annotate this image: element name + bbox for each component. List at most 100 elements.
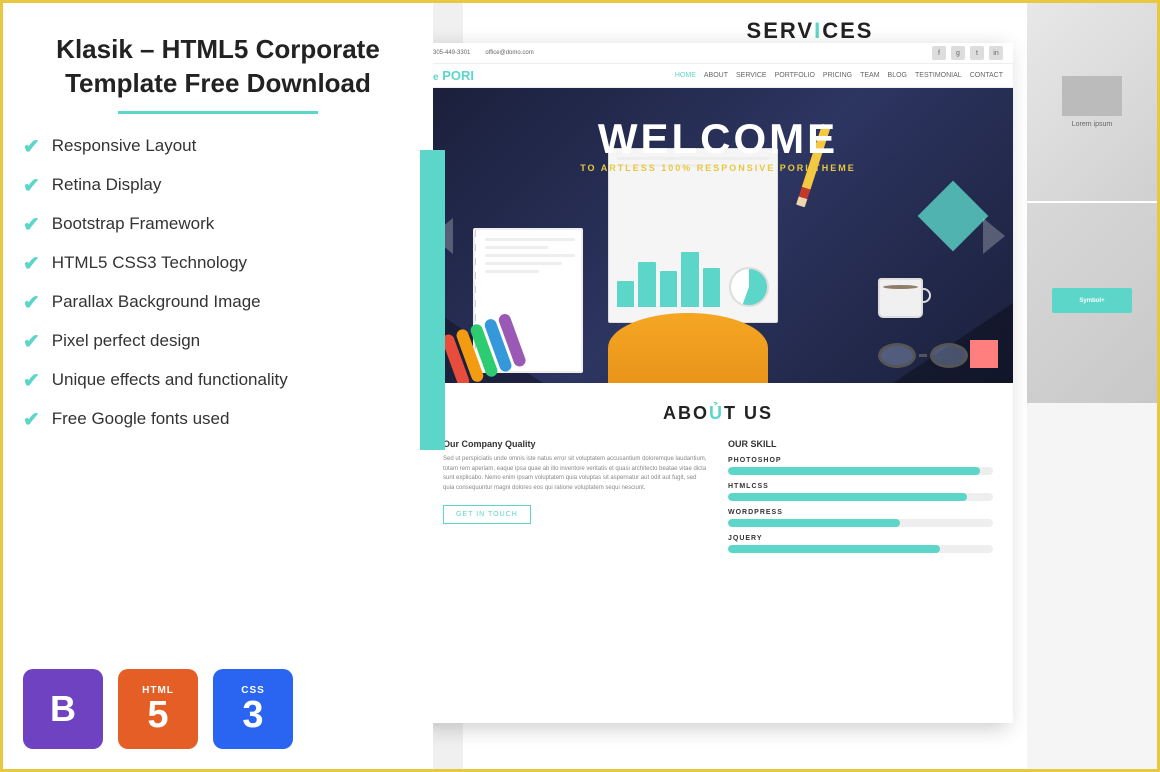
features-list: ✔Responsive Layout ✔Retina Display ✔Boot… xyxy=(23,134,413,446)
notebook-line xyxy=(485,270,539,273)
social-icons: f g t in xyxy=(932,46,1003,60)
right-side-strip: Lorem ipsum Symbol+ xyxy=(1027,3,1157,769)
notebook-line xyxy=(485,238,575,241)
css3-badge: CSS 3 xyxy=(213,669,293,749)
nav-team[interactable]: TEAM xyxy=(860,72,879,79)
skill-bar-fill xyxy=(728,467,980,475)
nav-contact[interactable]: CONTACT xyxy=(970,72,1003,79)
list-item: ✔Retina Display xyxy=(23,173,413,198)
glasses-bridge xyxy=(919,354,927,357)
glasses xyxy=(878,343,968,368)
sticky-note xyxy=(970,340,998,368)
teal-accent-bar xyxy=(420,150,445,450)
list-item: ✔Free Google fonts used xyxy=(23,407,413,432)
about-section: ABOỦT US Our Company Quality Sed ut pers… xyxy=(433,383,1013,573)
check-icon: ✔ xyxy=(23,251,40,276)
notebook-content xyxy=(475,230,581,284)
title-underline xyxy=(118,111,318,114)
hero-title: WELCOME TO ARTLESS 100% RESPONSIVE PORI … xyxy=(580,118,856,173)
hero-diamond xyxy=(918,181,989,252)
skill-bar-bg xyxy=(728,467,993,475)
get-in-touch-button[interactable]: GET IN TOUCH xyxy=(443,505,531,524)
document-illustration xyxy=(578,143,818,383)
strip-text-1: Lorem ipsum xyxy=(1062,121,1122,128)
linkedin-icon: in xyxy=(989,46,1003,60)
about-right: OUR SKILL PHOTOSHOP HTMLCSS xyxy=(728,439,993,553)
nav-pricing[interactable]: PRICING xyxy=(823,72,852,79)
check-icon: ✔ xyxy=(23,329,40,354)
about-columns: Our Company Quality Sed ut perspiciatis … xyxy=(443,439,993,553)
nav-blog[interactable]: BLOG xyxy=(888,72,907,79)
coffee-liquid xyxy=(883,285,918,289)
google-icon: g xyxy=(951,46,965,60)
contact-bar: 305-449-3301 office@domo.com f g t in xyxy=(433,43,1013,64)
bootstrap-badge: B xyxy=(23,669,103,749)
twitter-icon: t xyxy=(970,46,984,60)
skill-bar-fill xyxy=(728,545,940,553)
skill-photoshop: PHOTOSHOP xyxy=(728,457,993,475)
check-icon: ✔ xyxy=(23,212,40,237)
left-panel: Klasik – HTML5 Corporate Template Free D… xyxy=(3,3,433,769)
right-lens xyxy=(930,343,968,368)
html5-badge: HTML 5 xyxy=(118,669,198,749)
check-icon: ✔ xyxy=(23,173,40,198)
right-panel: SERVICES GRAPHICS xyxy=(433,3,1157,769)
list-item: ✔Unique effects and functionality xyxy=(23,368,413,393)
notebook-line xyxy=(485,246,548,249)
website-preview: 305-449-3301 office@domo.com f g t in e … xyxy=(433,43,1013,723)
strip-label: Symbol+ xyxy=(1079,298,1104,304)
nav-portfolio[interactable]: PORTFOLIO xyxy=(775,72,815,79)
skill-bar-bg xyxy=(728,493,993,501)
check-icon: ✔ xyxy=(23,134,40,159)
strip-img-placeholder xyxy=(1062,76,1122,116)
page-title: Klasik – HTML5 Corporate Template Free D… xyxy=(23,33,413,101)
tech-badges: B HTML 5 CSS 3 xyxy=(23,649,413,749)
skill-bar-bg xyxy=(728,545,993,553)
preview-topbar: e PORI HOME ABOUT SERVICE PORTFOLIO PRIC… xyxy=(433,64,1013,88)
hero-next-arrow[interactable] xyxy=(983,218,1005,254)
skill-bar-bg xyxy=(728,519,993,527)
about-left: Our Company Quality Sed ut perspiciatis … xyxy=(443,439,708,553)
hand-shape xyxy=(608,313,768,383)
strip-image-bottom: Symbol+ xyxy=(1027,203,1157,403)
about-title: ABOỦT US xyxy=(443,403,993,424)
strip-teal-bar: Symbol+ xyxy=(1052,288,1132,313)
list-item: ✔Bootstrap Framework xyxy=(23,212,413,237)
check-icon: ✔ xyxy=(23,368,40,393)
check-icon: ✔ xyxy=(23,290,40,315)
title-line2: Template Free Download xyxy=(65,68,371,98)
facebook-icon: f xyxy=(932,46,946,60)
phone-number: 305-449-3301 xyxy=(433,50,470,56)
skills-title: OUR SKILL xyxy=(728,439,993,449)
hero-section: WELCOME TO ARTLESS 100% RESPONSIVE PORI … xyxy=(433,88,1013,383)
hands xyxy=(598,293,778,383)
list-item: ✔Responsive Layout xyxy=(23,134,413,159)
nav-about[interactable]: ABOUT xyxy=(704,72,728,79)
preview-nav[interactable]: HOME ABOUT SERVICE PORTFOLIO PRICING TEA… xyxy=(675,72,1003,79)
cup-handle xyxy=(921,288,931,303)
nav-service[interactable]: SERVICE xyxy=(736,72,767,79)
skill-wordpress: WORDPRESS xyxy=(728,509,993,527)
nav-home[interactable]: HOME xyxy=(675,72,696,79)
skill-bar-fill xyxy=(728,493,967,501)
skill-jquery: JQUERY xyxy=(728,535,993,553)
nav-testimonial[interactable]: TESTIMONIAL xyxy=(915,72,962,79)
title-line1: Klasik – HTML5 Corporate xyxy=(56,34,380,64)
quality-text: Sed ut perspiciatis unde omnis iste natu… xyxy=(443,455,708,493)
strip-image-top: Lorem ipsum xyxy=(1027,3,1157,203)
list-item: ✔Pixel perfect design xyxy=(23,329,413,354)
list-item: ✔Parallax Background Image xyxy=(23,290,413,315)
site-logo: e PORI xyxy=(433,68,474,83)
quality-title: Our Company Quality xyxy=(443,439,708,449)
coffee-cup xyxy=(878,278,923,318)
strip-content-1: Lorem ipsum xyxy=(1052,66,1132,138)
left-lens xyxy=(878,343,916,368)
skill-bar-fill xyxy=(728,519,900,527)
strip-content-2: Symbol+ xyxy=(1042,278,1142,328)
coffee-cup-area xyxy=(878,278,933,333)
check-icon: ✔ xyxy=(23,407,40,432)
skill-htmlcss: HTMLCSS xyxy=(728,483,993,501)
main-container: Klasik – HTML5 Corporate Template Free D… xyxy=(3,3,1157,769)
email-address: office@domo.com xyxy=(485,50,533,56)
list-item: ✔HTML5 CSS3 Technology xyxy=(23,251,413,276)
